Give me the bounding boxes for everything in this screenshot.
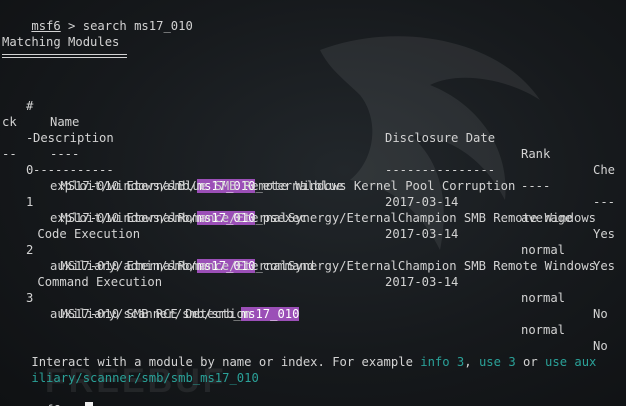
table-header-dashes: - ---- --------------- ---- --- — [2, 114, 624, 209]
rank: normal — [521, 291, 566, 305]
table-row[interactable]: 3 auxiliary/scanner/smb/smb_ms17_010 nor… — [2, 274, 624, 353]
command-line: msf6 > search ms17_010 — [2, 2, 192, 33]
prompt-separator: > — [60, 19, 83, 33]
row-description: MS17-010 EternalBlue SMB Remote Windows … — [2, 162, 515, 193]
rank: normal — [521, 323, 566, 337]
table-header: # Name Disclosure Date Rank Che — [2, 82, 624, 177]
hint-use-command: use 3 — [478, 355, 516, 369]
terminal-window[interactable]: FREEBUF msf6 > search ms17_010 Matching … — [0, 0, 626, 406]
usage-hint-wrap: iliary/scanner/smb/smb_ms17_010 — [2, 354, 258, 385]
description-text: MS17-010 SMB RCE Detection — [60, 307, 252, 321]
hint-info-command: info 3 — [420, 355, 465, 369]
row-description-wrap: Code Execution — [2, 210, 140, 241]
table-row[interactable]: 2 auxiliary/admin/smb/ms17_010_command 2… — [2, 226, 624, 321]
dash-check: --- — [593, 195, 616, 209]
row-description: MS17-010 EternalRomance/EternalSynergy/E… — [2, 242, 596, 273]
row-description: MS17-010 EternalRomance/EternalSynergy/E… — [2, 194, 596, 225]
hint-use-aux-command-wrap: iliary/scanner/smb/smb_ms17_010 — [31, 371, 259, 385]
column-header-check: Che — [593, 163, 616, 177]
row-description-wrap: Command Execution — [2, 258, 162, 289]
heading-underline — [2, 54, 127, 55]
table-row[interactable]: 0 exploit/windows/smb/ms17_010_eternalbl… — [2, 146, 624, 241]
hint-use-aux-command: use aux — [545, 355, 597, 369]
section-heading: Matching Modules — [2, 35, 120, 49]
input-prompt-line[interactable]: msf6 > — [2, 386, 93, 406]
table-header-dashes-wrap: -- ----------- — [2, 130, 624, 177]
check: No — [593, 307, 608, 321]
table-row[interactable]: 1 exploit/windows/smb/ms17_010_psexec 20… — [2, 178, 624, 273]
hint-separator: , — [464, 355, 479, 369]
check: Yes — [593, 259, 616, 273]
search-command: search ms17_010 — [82, 19, 193, 33]
hint-separator: or — [515, 355, 546, 369]
row-description: MS17-010 SMB RCE Detection — [2, 290, 251, 321]
prompt-label: msf6 — [31, 19, 61, 33]
description-text: MS17-010 EternalRomance/EternalSynergy/E… — [60, 211, 596, 225]
heading-underline-2 — [2, 57, 127, 58]
text-cursor[interactable] — [84, 402, 93, 406]
usage-hint: Interact with a module by name or index.… — [2, 338, 596, 369]
table-header-wrap: ck Description — [2, 98, 624, 145]
